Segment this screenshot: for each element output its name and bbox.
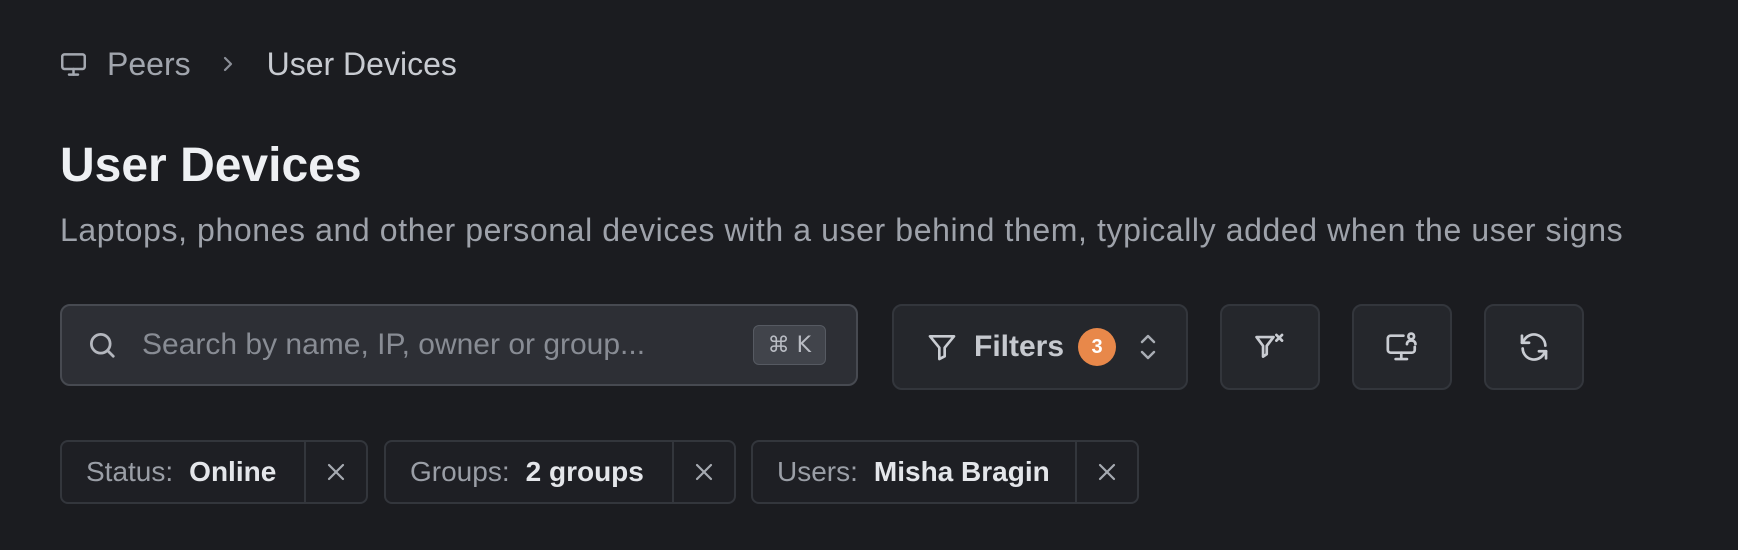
monitor-user-icon [1385,330,1419,364]
filter-chip-users-content[interactable]: Users: Misha Bragin [753,442,1077,502]
clear-filters-button[interactable] [1220,304,1320,390]
filter-chip-users: Users: Misha Bragin [751,440,1139,504]
filter-icon [926,331,958,363]
keyboard-shortcut-hint: ⌘ K [752,325,826,365]
filters-button[interactable]: Filters 3 [892,304,1188,390]
breadcrumb: Peers User Devices [60,44,457,84]
filter-clear-icon [1253,330,1287,364]
filter-chip-value: Online [189,456,277,487]
filter-chip-status: Status: Online [60,440,368,504]
filters-label: Filters [974,330,1065,363]
filter-chip-value: Misha Bragin [873,456,1050,487]
filters-count-badge: 3 [1078,328,1117,366]
filter-chip-status-content[interactable]: Status: Online [62,442,306,502]
close-icon[interactable] [1077,442,1137,502]
monitor-icon [60,51,87,78]
close-icon[interactable] [306,442,366,502]
refresh-button[interactable] [1484,304,1584,390]
breadcrumb-peers-link[interactable]: Peers [107,46,191,83]
search-input[interactable] [140,314,753,376]
search-icon [86,329,118,361]
close-icon[interactable] [674,442,734,502]
filter-chip-groups-content[interactable]: Groups: 2 groups [386,442,674,502]
filter-chip-key: Status: [86,456,174,487]
page: Peers User Devices User Devices Laptops,… [0,0,1738,550]
search-box[interactable]: ⌘ K [60,304,858,386]
chevron-up-down-icon [1134,329,1162,365]
filter-chip-key: Users: [777,456,858,487]
filter-chip-value: 2 groups [525,456,644,487]
filter-chip-key: Groups: [410,456,510,487]
breadcrumb-current: User Devices [266,45,457,82]
device-user-button[interactable] [1352,304,1452,390]
chevron-right-icon [213,49,243,79]
refresh-icon [1517,330,1551,364]
page-description: Laptops, phones and other personal devic… [60,212,1624,248]
filter-chip-groups: Groups: 2 groups [384,440,736,504]
page-title: User Devices [60,139,362,192]
